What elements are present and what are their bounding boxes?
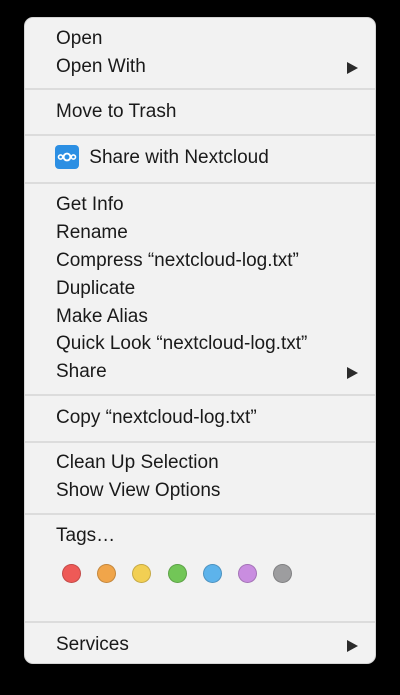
menu-separator xyxy=(25,88,375,90)
open-menu-item[interactable]: Open xyxy=(25,26,375,52)
duplicate-menu-item[interactable]: Duplicate xyxy=(25,276,375,302)
compress-menu-item[interactable]: Compress “nextcloud-log.txt” xyxy=(25,248,375,274)
tags-menu-item[interactable]: Tags… xyxy=(25,523,375,549)
get-info-label: Get Info xyxy=(56,194,124,215)
rename-menu-item[interactable]: Rename xyxy=(25,220,375,246)
services-menu-item[interactable]: Services xyxy=(25,632,375,658)
make-alias-label: Make Alias xyxy=(56,306,148,327)
show-view-options-menu-item[interactable]: Show View Options xyxy=(25,478,375,504)
copy-menu-item[interactable]: Copy “nextcloud-log.txt” xyxy=(25,405,375,431)
submenu-arrow-icon xyxy=(347,62,358,74)
menu-separator xyxy=(25,621,375,623)
tag-orange-dot[interactable] xyxy=(97,564,117,583)
get-info-menu-item[interactable]: Get Info xyxy=(25,192,375,218)
tag-blue-dot[interactable] xyxy=(202,564,222,583)
services-label: Services xyxy=(56,634,129,655)
menu-separator xyxy=(25,134,375,136)
duplicate-label: Duplicate xyxy=(56,278,136,299)
open-with-menu-item[interactable]: Open With xyxy=(25,54,375,80)
quick-look-label: Quick Look “nextcloud-log.txt” xyxy=(56,333,308,354)
open-with-label: Open With xyxy=(56,56,146,77)
tag-yellow-dot[interactable] xyxy=(132,564,152,583)
nextcloud-icon xyxy=(55,144,79,169)
tag-gray-dot[interactable] xyxy=(273,564,293,583)
open-label: Open xyxy=(56,28,103,49)
tag-red-dot[interactable] xyxy=(62,564,81,583)
show-view-options-label: Show View Options xyxy=(56,480,221,501)
clean-up-selection-menu-item[interactable]: Clean Up Selection xyxy=(25,450,375,476)
share-label: Share xyxy=(56,361,107,382)
move-to-trash-menu-item[interactable]: Move to Trash xyxy=(25,99,375,125)
menu-separator xyxy=(25,513,375,515)
copy-label: Copy “nextcloud-log.txt” xyxy=(56,407,257,428)
rename-label: Rename xyxy=(56,222,128,243)
clean-up-selection-label: Clean Up Selection xyxy=(56,452,219,473)
menu-separator xyxy=(25,394,375,396)
move-to-trash-label: Move to Trash xyxy=(56,101,177,122)
share-with-nextcloud-menu-item[interactable]: Share with Nextcloud xyxy=(25,144,375,171)
tags-label: Tags… xyxy=(56,525,116,546)
quick-look-menu-item[interactable]: Quick Look “nextcloud-log.txt” xyxy=(25,331,375,357)
tag-green-dot[interactable] xyxy=(167,564,187,583)
share-with-nextcloud-label: Share with Nextcloud xyxy=(89,147,269,168)
share-menu-item[interactable]: Share xyxy=(25,359,375,385)
submenu-arrow-icon xyxy=(347,640,358,652)
context-menu: Open Open With Move to Trash Share with … xyxy=(24,17,376,664)
make-alias-menu-item[interactable]: Make Alias xyxy=(25,304,375,330)
tag-purple-dot[interactable] xyxy=(238,564,257,583)
menu-separator xyxy=(25,182,375,184)
submenu-arrow-icon xyxy=(347,367,358,379)
compress-label: Compress “nextcloud-log.txt” xyxy=(56,250,299,271)
menu-separator xyxy=(25,441,375,443)
